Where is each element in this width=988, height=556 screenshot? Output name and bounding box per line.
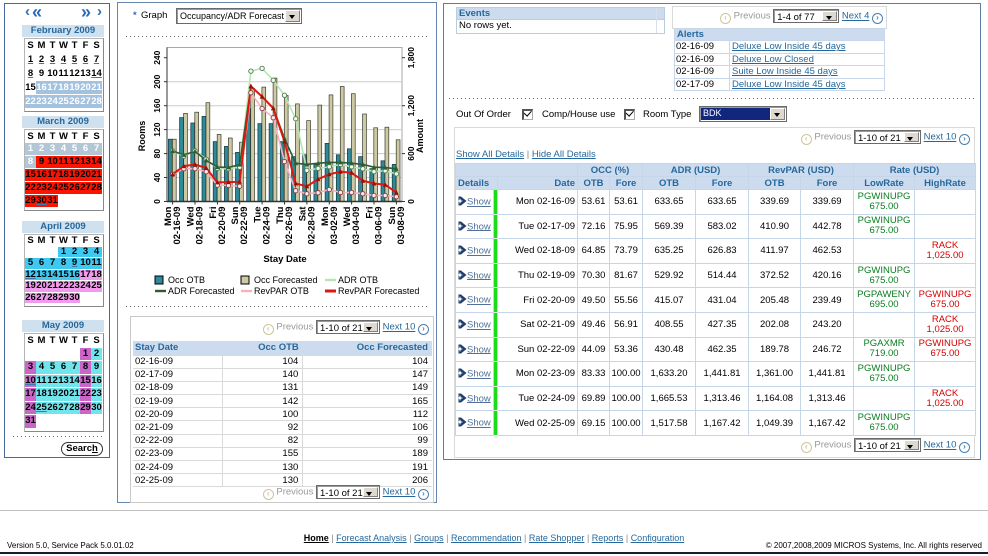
svg-text:RevPAR Forecasted: RevPAR Forecasted	[338, 286, 419, 296]
svg-text:1,800: 1,800	[406, 47, 416, 69]
svg-text:Stay Date: Stay Date	[263, 254, 306, 265]
svg-text:02-18-09: 02-18-09	[195, 207, 206, 245]
svg-text:40: 40	[152, 173, 162, 183]
svg-text:02-28-09: 02-28-09	[306, 207, 317, 245]
svg-text:Occ OTB: Occ OTB	[168, 275, 205, 285]
svg-text:Rooms: Rooms	[137, 121, 147, 152]
svg-text:02-20-09: 02-20-09	[217, 207, 228, 245]
svg-text:240: 240	[152, 50, 162, 64]
svg-text:Amount: Amount	[415, 119, 425, 153]
svg-text:200: 200	[152, 74, 162, 88]
svg-text:120: 120	[152, 122, 162, 136]
svg-text:160: 160	[152, 98, 162, 112]
svg-text:80: 80	[152, 149, 162, 159]
svg-text:02-16-09: 02-16-09	[172, 207, 183, 245]
svg-text:Occ Forecasted: Occ Forecasted	[254, 275, 318, 285]
svg-text:02-24-09: 02-24-09	[262, 207, 273, 245]
svg-text:0: 0	[152, 199, 162, 204]
svg-text:ADR OTB: ADR OTB	[338, 275, 378, 285]
svg-text:03-04-09: 03-04-09	[351, 207, 362, 245]
svg-text:02-26-09: 02-26-09	[284, 207, 295, 245]
svg-text:ADR Forecasted: ADR Forecasted	[168, 286, 235, 296]
svg-text:03-08-09: 03-08-09	[396, 207, 407, 245]
svg-text:RevPAR OTB: RevPAR OTB	[254, 286, 309, 296]
svg-text:1,200: 1,200	[406, 95, 416, 117]
svg-text:02-22-09: 02-22-09	[239, 207, 250, 245]
svg-text:03-06-09: 03-06-09	[374, 207, 385, 245]
svg-text:0: 0	[406, 199, 416, 204]
svg-text:03-02-09: 03-02-09	[329, 206, 340, 244]
